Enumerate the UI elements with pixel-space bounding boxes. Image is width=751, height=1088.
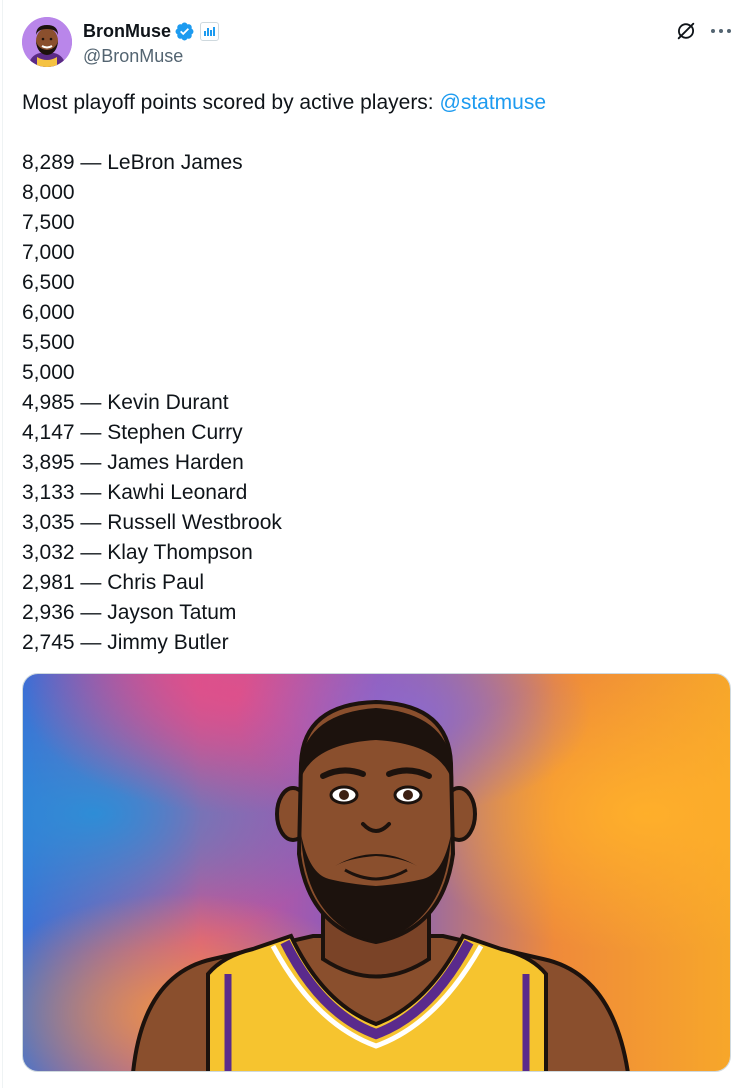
avatar-illustration — [22, 17, 72, 67]
list-line: 3,032 — Klay Thompson — [22, 541, 253, 564]
more-options-icon[interactable] — [709, 20, 733, 42]
grok-icon[interactable] — [675, 20, 697, 42]
tweet-media-image[interactable] — [22, 673, 731, 1072]
list-line: 4,147 — Stephen Curry — [22, 421, 243, 444]
avatar[interactable] — [22, 17, 72, 67]
display-name[interactable]: BronMuse — [83, 21, 171, 42]
list-line: 8,289 — LeBron James — [22, 151, 243, 174]
player-illustration — [23, 674, 730, 1071]
tweet-text: Most playoff points scored by active pla… — [22, 88, 732, 658]
list-line: 6,500 — [22, 271, 75, 294]
tweet[interactable]: BronMuse @BronMuse Most playoff points s… — [0, 0, 751, 1088]
list-line: 4,985 — Kevin Durant — [22, 391, 229, 414]
mention-link[interactable]: @statmuse — [440, 91, 547, 114]
author-names: BronMuse @BronMuse — [83, 19, 220, 67]
tweet-intro: Most playoff points scored by active pla… — [22, 91, 434, 114]
verified-badge-icon[interactable] — [174, 21, 195, 42]
list-line: 2,745 — Jimmy Butler — [22, 631, 229, 654]
tweet-intro-line: Most playoff points scored by active pla… — [22, 88, 732, 118]
list-line: 7,000 — [22, 241, 75, 264]
list-line: 3,133 — Kawhi Leonard — [22, 481, 248, 504]
list-line: 3,895 — James Harden — [22, 451, 244, 474]
affiliate-badge-icon[interactable] — [200, 21, 220, 41]
display-name-row: BronMuse — [83, 19, 220, 43]
list-line: 5,000 — [22, 361, 75, 384]
author-handle[interactable]: @BronMuse — [83, 46, 219, 67]
tweet-header: BronMuse @BronMuse — [22, 17, 732, 69]
list-line: 2,936 — Jayson Tatum — [22, 601, 237, 624]
list-line: 8,000 — [22, 181, 75, 204]
list-line: 3,035 — Russell Westbrook — [22, 511, 282, 534]
list-line: 7,500 — [22, 211, 75, 234]
list-line: 5,500 — [22, 331, 75, 354]
list-line: 6,000 — [22, 301, 75, 324]
list-line: 2,981 — Chris Paul — [22, 571, 205, 594]
